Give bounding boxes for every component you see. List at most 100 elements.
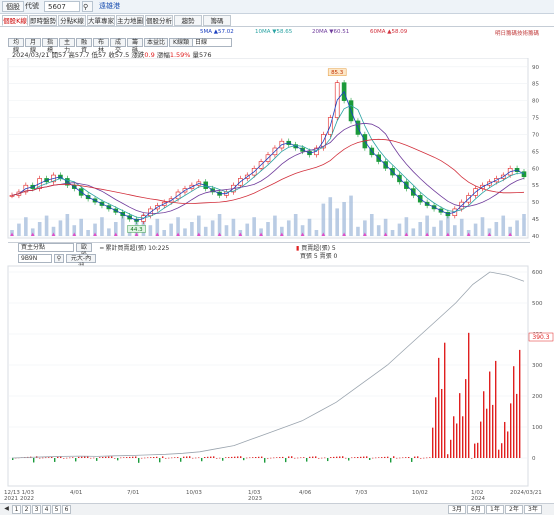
tab-3[interactable]: 大單專家 xyxy=(87,15,115,26)
control-2[interactable]: 指標 xyxy=(42,38,58,54)
year-y2023: 2023 xyxy=(248,496,262,502)
broker-type-select[interactable]: 買主分點 xyxy=(18,243,74,252)
broker-bar xyxy=(300,457,302,459)
volume-bar xyxy=(376,225,381,236)
search-icon[interactable]: ⚲ xyxy=(82,1,93,12)
page-6[interactable]: 6 xyxy=(62,505,71,514)
tab-4[interactable]: 主力地圖 xyxy=(116,15,144,26)
broker-bar xyxy=(309,456,311,458)
broker-bar xyxy=(216,458,218,459)
broker-bar xyxy=(450,439,452,458)
broker-bar xyxy=(384,456,386,458)
ma10-legend: 10MA ▼58.65 xyxy=(255,29,293,35)
broker-bar xyxy=(378,457,380,458)
page-3[interactable]: 3 xyxy=(32,505,41,514)
broker-bar xyxy=(279,457,281,458)
broker-bar xyxy=(474,443,476,458)
broker-bar xyxy=(486,408,488,458)
broker-bar xyxy=(99,457,101,458)
broker-bar xyxy=(96,458,98,461)
broker-bar xyxy=(66,457,68,459)
page-1[interactable]: 1 xyxy=(12,505,21,514)
legend-line-icon: ━ xyxy=(100,245,104,252)
chip-link[interactable]: 明日籌碼技術籌碼 xyxy=(495,29,539,37)
trade-legend: 買張 5 賣張 0 xyxy=(300,253,338,260)
broker-bar xyxy=(132,456,134,458)
broker-bar xyxy=(306,458,308,462)
range-1[interactable]: 6月 xyxy=(467,505,485,514)
tab-5[interactable]: 個股分析 xyxy=(145,15,173,26)
broker-bar xyxy=(258,456,260,458)
broker-bar xyxy=(126,457,128,458)
volume-bar xyxy=(494,222,499,236)
volume-bar xyxy=(439,220,443,236)
menu-button[interactable]: 個股 xyxy=(2,1,24,12)
tab-1[interactable]: 即時盤勢 xyxy=(29,15,57,26)
volume-bar xyxy=(453,225,457,236)
volume-bar xyxy=(169,223,173,236)
broker-bar xyxy=(111,456,113,458)
broker-bar xyxy=(495,360,497,458)
control-6[interactable]: 成交 xyxy=(110,38,126,54)
broker-bar xyxy=(315,456,317,458)
year-y2022: 2022 xyxy=(20,496,34,502)
broker-bar xyxy=(282,456,284,458)
broker-bar xyxy=(441,388,443,458)
broker-bar xyxy=(75,458,77,462)
broker-bar xyxy=(273,457,275,459)
range-2[interactable]: 1年 xyxy=(486,505,504,514)
broker-bar xyxy=(81,456,83,458)
broker-bar xyxy=(195,457,197,459)
broker-bar xyxy=(261,456,263,458)
tab-7[interactable]: 籌碼 xyxy=(203,15,231,26)
broker-query-button[interactable]: 歐股 xyxy=(76,243,92,259)
broker-axis-tick: 500 xyxy=(532,301,543,307)
volume-bar xyxy=(162,230,167,236)
broker-chart[interactable]: 6005004003002001000390.3 xyxy=(0,262,554,490)
control-5[interactable]: 布林 xyxy=(93,38,109,54)
control-1[interactable]: 月線 xyxy=(25,38,41,54)
broker-bar xyxy=(501,443,503,458)
broker-bar xyxy=(396,457,398,459)
page-2[interactable]: 2 xyxy=(22,505,31,514)
scroll-left-icon[interactable]: ◀ xyxy=(2,505,11,514)
broker-bar xyxy=(270,457,272,459)
price-axis-tick: 60 xyxy=(532,166,539,172)
range-0[interactable]: 3月 xyxy=(448,505,466,514)
control-8[interactable]: 本益比 xyxy=(144,38,168,47)
control-4[interactable]: 融資 xyxy=(76,38,92,54)
symbol-input[interactable]: 5607 xyxy=(44,1,80,12)
price-axis-tick: 55 xyxy=(532,183,539,189)
volume-bar xyxy=(44,215,49,236)
tab-6[interactable]: 趨勢 xyxy=(174,15,202,26)
x-tick-6: 7/03 xyxy=(355,490,368,496)
volume-bar xyxy=(397,223,402,236)
low-label: 44.3 xyxy=(130,227,143,233)
volume-bar xyxy=(107,228,111,236)
control-9[interactable]: K線類 xyxy=(169,38,193,47)
broker-bar xyxy=(489,371,491,458)
broker-bar xyxy=(123,457,125,458)
broker-bar xyxy=(162,456,164,458)
status-bar: ◀ 1 2 3 4 5 6 3月 6月 1年 2年 3年 xyxy=(0,503,554,515)
volume-bar xyxy=(411,228,416,236)
range-3[interactable]: 2年 xyxy=(505,505,523,514)
stock-name-link[interactable]: 遠雄港 xyxy=(96,1,123,12)
control-3[interactable]: 主力 xyxy=(59,38,75,54)
broker-bar xyxy=(135,456,137,458)
broker-bar xyxy=(312,456,314,458)
broker-bar xyxy=(375,457,377,459)
broker-bar xyxy=(186,456,188,458)
broker-bar xyxy=(390,458,392,463)
page-5[interactable]: 5 xyxy=(52,505,61,514)
period-select[interactable]: 日線 xyxy=(192,38,232,47)
broker-bar xyxy=(357,457,359,458)
page-4[interactable]: 4 xyxy=(42,505,51,514)
tab-2[interactable]: 分點K線 xyxy=(58,15,86,26)
control-7[interactable]: 籌碼 xyxy=(127,38,143,54)
broker-bar xyxy=(243,458,245,461)
tab-0[interactable]: 個股K線 xyxy=(2,15,28,26)
price-chart[interactable]: 90 85 80 75 70 65 60 55 50 45 40 85.3 44.3 xyxy=(0,58,554,244)
range-4[interactable]: 3年 xyxy=(524,505,542,514)
control-0[interactable]: 均線 xyxy=(8,38,24,54)
